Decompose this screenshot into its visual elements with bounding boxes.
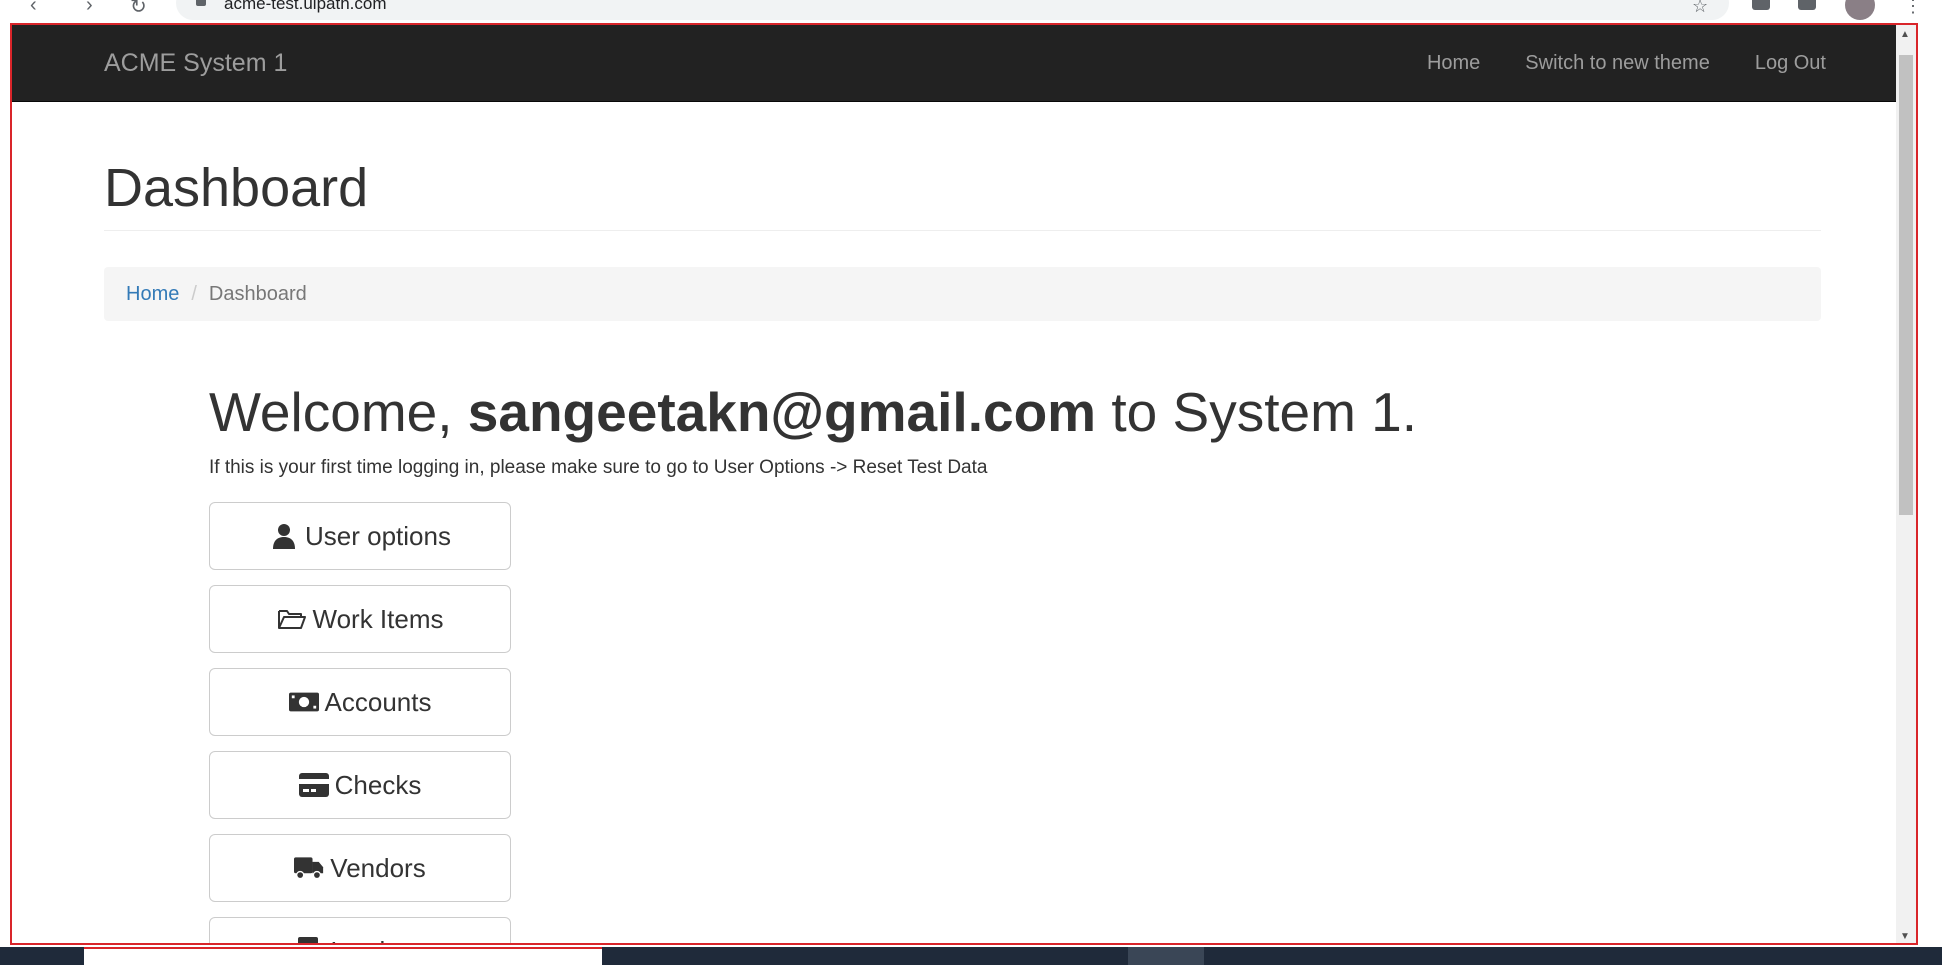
browser-chrome: ‹ › ↻ acme-test.uipath.com ☆ ⋮ — [0, 0, 1942, 22]
first-login-hint: If this is your first time logging in, p… — [209, 457, 988, 478]
invoices-label: Invoices — [330, 936, 425, 944]
back-icon[interactable]: ‹ — [30, 0, 37, 17]
navbar-brand[interactable]: ACME System 1 — [104, 49, 287, 78]
scroll-down-icon[interactable]: ▼ — [1900, 931, 1910, 942]
vendors-button[interactable]: Vendors — [209, 834, 511, 902]
work-items-button[interactable]: Work Items — [209, 585, 511, 653]
welcome-heading: Welcome, sangeetakn@gmail.com to System … — [209, 380, 1417, 444]
address-url: acme-test.uipath.com — [224, 0, 387, 13]
money-icon — [288, 688, 319, 716]
user-icon — [269, 522, 299, 550]
checks-label: Checks — [334, 769, 422, 800]
work-items-label: Work Items — [312, 603, 444, 634]
scroll-up-icon[interactable]: ▲ — [1900, 29, 1910, 40]
nav-switch-theme-link[interactable]: Switch to new theme — [1525, 52, 1710, 75]
breadcrumb-home-link[interactable]: Home — [126, 283, 179, 306]
breadcrumb: Home / Dashboard — [104, 267, 1821, 321]
navbar: ACME System 1 Home Switch to new theme L… — [12, 25, 1916, 102]
user-options-label: User options — [305, 520, 451, 551]
page-viewport: ACME System 1 Home Switch to new theme L… — [10, 23, 1918, 945]
scrollbar-thumb[interactable] — [1899, 55, 1913, 515]
folder-open-icon — [277, 605, 307, 633]
reload-icon[interactable]: ↻ — [130, 0, 147, 19]
bookmark-star-icon[interactable]: ☆ — [1692, 0, 1708, 17]
address-bar[interactable]: acme-test.uipath.com — [176, 0, 1729, 20]
accounts-label: Accounts — [324, 686, 432, 717]
breadcrumb-separator: / — [191, 282, 197, 305]
user-options-button[interactable]: User options — [209, 502, 511, 570]
profile-avatar[interactable] — [1845, 0, 1875, 20]
vertical-scrollbar[interactable]: ▲ ▼ — [1896, 25, 1916, 943]
vendors-label: Vendors — [330, 852, 426, 883]
nav-logout-link[interactable]: Log Out — [1755, 52, 1826, 75]
welcome-prefix: Welcome, — [209, 381, 468, 443]
accounts-button[interactable]: Accounts — [209, 668, 511, 736]
browser-menu-icon[interactable]: ⋮ — [1904, 0, 1922, 17]
breadcrumb-current: Dashboard — [208, 282, 307, 305]
taskbar — [0, 947, 1942, 965]
taskbar-item[interactable] — [1128, 947, 1204, 965]
welcome-suffix: to System 1. — [1096, 381, 1418, 443]
page-header: Dashboard — [104, 158, 1821, 232]
lock-icon — [196, 0, 206, 6]
welcome-user: sangeetakn@gmail.com — [467, 381, 1097, 443]
extensions-icon[interactable] — [1752, 0, 1770, 10]
credit-card-icon — [298, 771, 329, 799]
invoices-button[interactable]: Invoices — [209, 917, 511, 944]
page-title: Dashboard — [104, 158, 369, 218]
invoice-icon — [294, 937, 324, 943]
nav-home-link[interactable]: Home — [1427, 52, 1480, 75]
forward-icon[interactable]: › — [86, 0, 93, 17]
checks-button[interactable]: Checks — [209, 751, 511, 819]
taskbar-active-window[interactable] — [84, 947, 602, 965]
truck-icon — [294, 854, 324, 882]
navbar-links: Home Switch to new theme Log Out — [1382, 52, 1826, 75]
media-icon[interactable] — [1798, 0, 1816, 10]
